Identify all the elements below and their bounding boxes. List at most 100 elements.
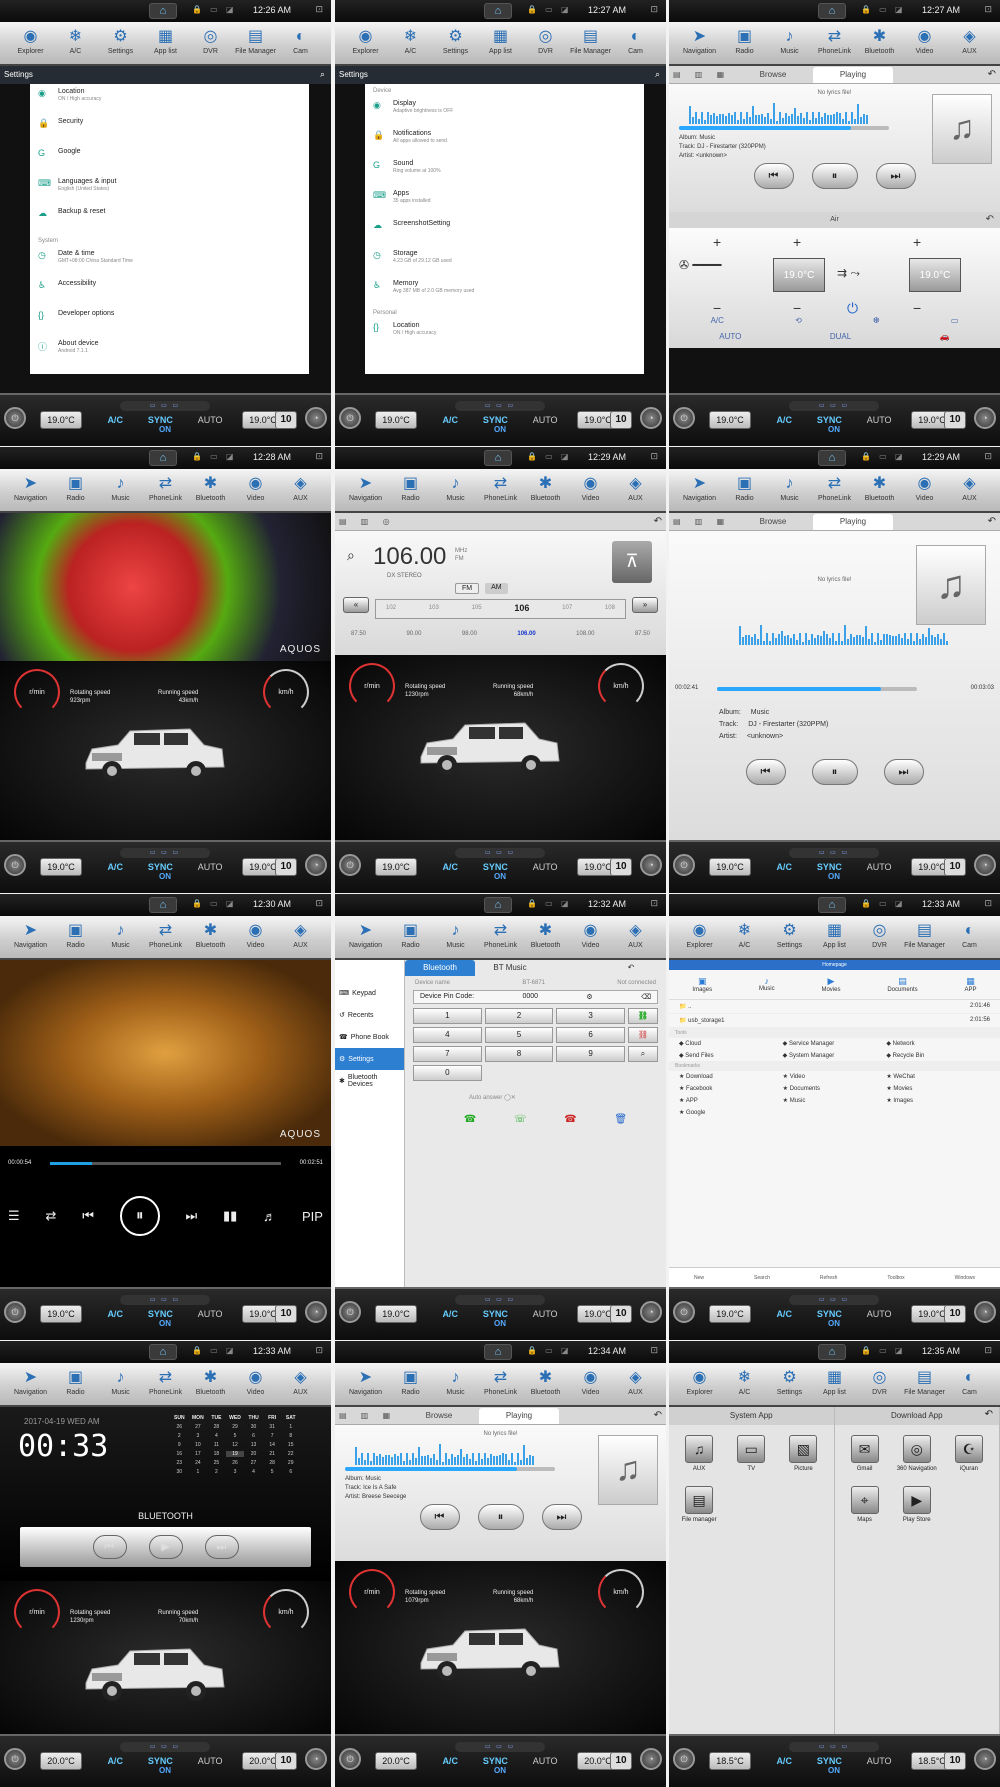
view-toggle-icons[interactable]: ▤ ▥ ▦ <box>673 70 733 79</box>
home-button[interactable]: ⌂ <box>484 897 512 913</box>
volume-knob[interactable]: ◔ <box>974 1748 996 1770</box>
settings-item[interactable]: 🔒 Notifications All apps allowed to send <box>373 130 636 160</box>
equalizer-icon[interactable]: ▮▮ <box>223 1208 237 1224</box>
auto-button[interactable]: AUTO <box>533 1309 558 1319</box>
left-temperature[interactable]: 19.0°C <box>709 858 751 876</box>
settings-item[interactable]: ♿ Accessibility <box>38 280 301 310</box>
sync-button[interactable]: SYNC <box>483 862 508 872</box>
defrost-buttons[interactable]: ▭ ▭ ▭ <box>789 1742 879 1752</box>
power-knob[interactable]: ⏻ <box>673 407 695 429</box>
auto-button[interactable]: AUTO <box>533 415 558 425</box>
app-shortcut-radio[interactable]: ▣ Radio <box>393 1367 429 1401</box>
app-shortcut-explorer[interactable]: ◉ Explorer <box>13 26 49 60</box>
home-button[interactable]: ⌂ <box>149 450 177 466</box>
pause-button[interactable]: ⏸ <box>811 759 858 785</box>
tool-item[interactable]: ◆ Send Files <box>679 1052 783 1059</box>
left-temperature[interactable]: 19.0°C <box>375 1305 417 1323</box>
app-shortcut-bluetooth[interactable]: ✱ Bluetooth <box>193 920 229 954</box>
bt-nav-phone-book[interactable]: ☎ Phone Book <box>335 1026 404 1048</box>
ac-button[interactable]: A/C <box>442 1756 458 1766</box>
home-button[interactable]: ⌂ <box>484 1344 512 1360</box>
sync-button[interactable]: SYNC <box>817 415 842 425</box>
repeat-icon[interactable]: ⇄ <box>45 1208 56 1224</box>
volume-knob[interactable]: ◔ <box>974 854 996 876</box>
app-shortcut-file-manager[interactable]: ▤ File Manager <box>235 26 276 60</box>
app-shortcut-phonelink[interactable]: ⇄ PhoneLink <box>148 473 184 507</box>
app-file-manager[interactable]: ▤ File manager <box>673 1486 725 1523</box>
app-shortcut-music[interactable]: ♪ Music <box>103 1367 139 1401</box>
power-knob[interactable]: ⏻ <box>339 854 361 876</box>
key-6[interactable]: 6 <box>556 1027 625 1043</box>
app-shortcut-radio[interactable]: ▣ Radio <box>58 920 94 954</box>
key-9[interactable]: 9 <box>556 1046 625 1062</box>
audio-track-icon[interactable]: ♬ <box>263 1209 276 1224</box>
power-knob[interactable]: ⏻ <box>339 407 361 429</box>
defrost-buttons[interactable]: ▭ ▭ ▭ <box>120 848 210 858</box>
app-shortcut-phonelink[interactable]: ⇄ PhoneLink <box>148 1367 184 1401</box>
settings-item[interactable]: ◷ Storage 4.23 GB of 29.12 GB used <box>373 250 636 280</box>
settings-item[interactable]: ☁ ScreenshotSetting <box>373 220 636 250</box>
tab-playing[interactable]: Playing <box>813 66 893 83</box>
settings-item[interactable]: 🔒 Security <box>38 118 301 148</box>
am-band-button[interactable]: AM <box>485 583 508 594</box>
app-shortcut-cam[interactable]: ◐ Cam <box>952 1367 988 1401</box>
app-shortcut-aux[interactable]: ◈ AUX <box>618 473 654 507</box>
bt-nav-keypad[interactable]: ⌨ Keypad <box>335 982 404 1004</box>
app-shortcut-dvr[interactable]: ◎ DVR <box>862 920 898 954</box>
previous-track-button[interactable]: ⏮ <box>745 759 786 785</box>
app-shortcut-app-list[interactable]: ▦ App list <box>483 26 519 60</box>
app-shortcut-settings[interactable]: ⚙ Settings <box>772 1367 808 1401</box>
fan-speed-slider[interactable]: ✇ ━━━━ <box>679 258 721 272</box>
app-shortcut-aux[interactable]: ◈ AUX <box>283 1367 319 1401</box>
auto-button[interactable]: AUTO <box>533 862 558 872</box>
bookmark-item[interactable]: ★ Google <box>679 1109 783 1116</box>
app-shortcut-a-c[interactable]: ❄ A/C <box>58 26 94 60</box>
defrost-buttons[interactable]: ▭ ▭ ▭ <box>789 848 879 858</box>
power-knob[interactable]: ⏻ <box>339 1748 361 1770</box>
app-shortcut-video[interactable]: ◉ Video <box>907 26 943 60</box>
app-shortcut-file-manager[interactable]: ▤ File Manager <box>904 920 945 954</box>
app-shortcut-video[interactable]: ◉ Video <box>573 473 609 507</box>
auto-button[interactable]: AUTO <box>198 415 223 425</box>
bottom-windows[interactable]: Windows <box>955 1275 975 1281</box>
app-shortcut-navigation[interactable]: ➤ Navigation <box>348 1367 384 1401</box>
category-documents[interactable]: ▤ Documents <box>887 976 917 993</box>
seek-back-button[interactable]: « <box>343 597 369 613</box>
app-shortcut-settings[interactable]: ⚙ Settings <box>772 920 808 954</box>
key-8[interactable]: 8 <box>484 1046 554 1062</box>
app-shortcut-dvr[interactable]: ◎ DVR <box>862 1367 898 1401</box>
back-icon[interactable]: ↶ <box>654 516 662 527</box>
playback-progress[interactable] <box>717 687 917 691</box>
radio-mode-icons[interactable]: ▤ ▥ ◎ <box>339 517 399 526</box>
bookmark-item[interactable]: ★ Download <box>679 1073 783 1080</box>
app-shortcut-file-manager[interactable]: ▤ File Manager <box>904 1367 945 1401</box>
preset-station[interactable]: 87.50 <box>351 631 366 637</box>
app-shortcut-navigation[interactable]: ➤ Navigation <box>348 920 384 954</box>
home-button[interactable]: ⌂ <box>818 897 846 913</box>
search-device-icon[interactable]: ⌕ <box>627 1046 658 1062</box>
ac-button[interactable]: A/C <box>776 862 792 872</box>
bookmark-item[interactable]: ★ Movies <box>886 1085 990 1092</box>
preset-station[interactable]: 108.00 <box>576 631 594 637</box>
app-shortcut-aux[interactable]: ◈ AUX <box>618 920 654 954</box>
bookmark-item[interactable]: ★ Video <box>783 1073 887 1080</box>
app-shortcut-cam[interactable]: ◐ Cam <box>952 920 988 954</box>
bottom-refresh[interactable]: Refresh <box>820 1275 838 1281</box>
key-2[interactable]: 2 <box>484 1008 554 1024</box>
power-knob[interactable]: ⏻ <box>673 1301 695 1323</box>
power-knob[interactable]: ⏻ <box>673 854 695 876</box>
volume-knob[interactable]: ◔ <box>305 854 327 876</box>
sync-button[interactable]: SYNC <box>483 1756 508 1766</box>
defrost-buttons[interactable]: ▭ ▭ ▭ <box>455 1742 545 1752</box>
home-button[interactable]: ⌂ <box>484 450 512 466</box>
category-app[interactable]: ▦ APP <box>965 976 977 993</box>
right-fan-up-button[interactable]: + <box>793 234 801 250</box>
video-seekbar[interactable] <box>50 1162 281 1165</box>
app-shortcut-file-manager[interactable]: ▤ File Manager <box>570 26 611 60</box>
car-air-icon[interactable]: 🚗 <box>940 332 950 346</box>
settings-item[interactable]: ◉ Display Adaptive brightness is OFF <box>373 100 636 130</box>
folder-row[interactable]: 📁 usb_storage1 2:01:56 <box>669 1014 1000 1028</box>
settings-item[interactable]: ♿ Memory Avg 387 MB of 2.0 GB memory used <box>373 280 636 310</box>
app-shortcut-navigation[interactable]: ➤ Navigation <box>13 1367 49 1401</box>
auto-button[interactable]: AUTO <box>867 862 892 872</box>
